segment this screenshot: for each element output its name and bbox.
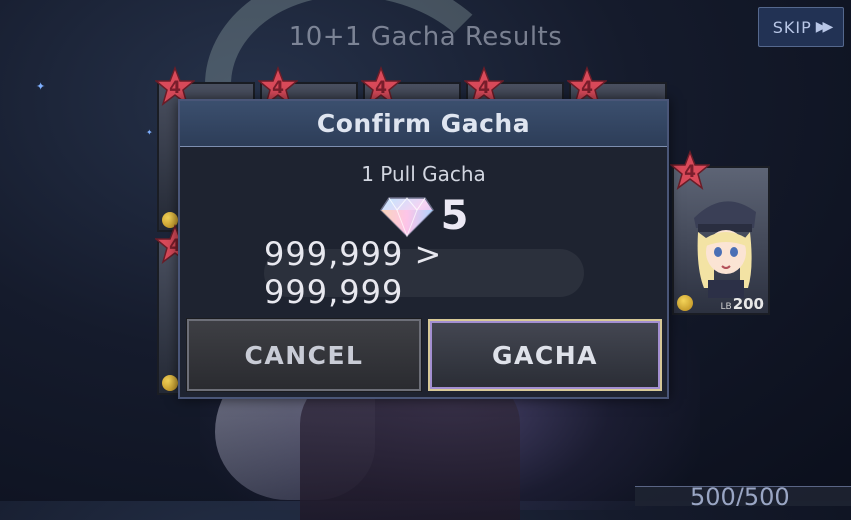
gacha-button[interactable]: GACHA [428, 319, 662, 391]
skip-button[interactable]: SKIP ▶▶ [758, 7, 844, 47]
confirm-gacha-dialog: Confirm Gacha 1 Pull Gacha 5 999,999 > 9… [178, 99, 669, 399]
cost-value: 5 [440, 193, 469, 239]
limit-break-level: LB200 [720, 295, 764, 313]
rarity-number: 4 [272, 78, 284, 98]
results-title: 10+1 Gacha Results [288, 22, 563, 52]
rarity-number: 4 [478, 78, 490, 98]
pull-type-label: 1 Pull Gacha [361, 162, 486, 186]
result-card[interactable]: 4 LB200 [668, 149, 770, 315]
dialog-title: Confirm Gacha [180, 101, 667, 147]
sparkle-icon: ✦ [146, 128, 153, 137]
cancel-button[interactable]: CANCEL [186, 318, 422, 392]
rarity-star-icon: 4 [668, 149, 712, 190]
diamond-gem-icon [379, 194, 435, 238]
rarity-number: 4 [684, 162, 696, 182]
coin-icon [162, 375, 178, 391]
fast-forward-icon: ▶▶ [815, 19, 833, 35]
rarity-number: 4 [169, 78, 181, 98]
currency-counter: 500/500 [635, 486, 851, 506]
balance-change: 999,999 > 999,999 [264, 235, 584, 311]
character-portrait [694, 201, 756, 298]
rarity-number: 4 [375, 78, 387, 98]
rarity-number: 4 [581, 78, 593, 98]
skip-label: SKIP [772, 17, 812, 37]
sparkle-icon: ✦ [36, 80, 46, 93]
cost-row: 5 [180, 193, 667, 239]
coin-icon [677, 295, 693, 311]
